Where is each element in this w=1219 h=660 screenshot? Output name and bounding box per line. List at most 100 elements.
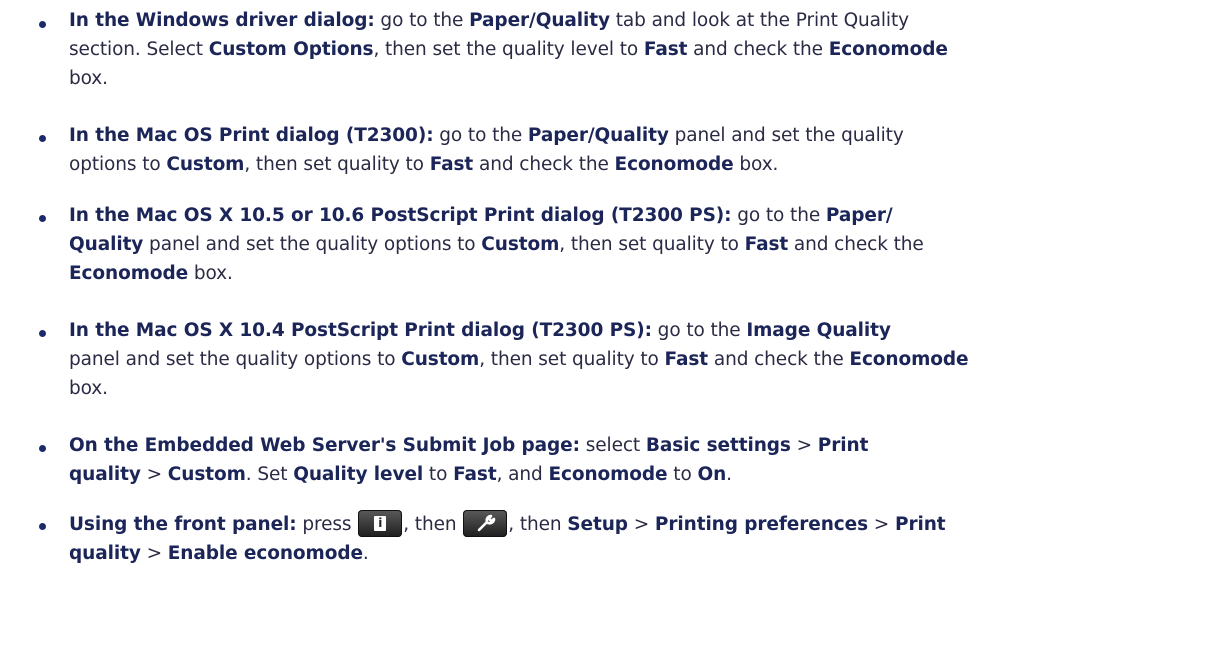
bold-term: Quality level (293, 464, 424, 485)
text-run: and check the (473, 154, 615, 175)
text-run: > (790, 435, 818, 456)
bold-term: Custom Options (208, 39, 374, 60)
bullet-icon (39, 330, 46, 337)
text-run: go to the (433, 125, 528, 146)
text-line: box. (69, 64, 1209, 93)
text-run: box. (188, 263, 233, 284)
bold-term: On the Embedded Web Server's Submit Job … (69, 435, 580, 456)
bold-term: Economode (849, 349, 969, 370)
bullet-icon (39, 215, 46, 222)
text-run: press (296, 514, 358, 535)
bold-term: In the Mac OS X 10.5 or 10.6 PostScript … (69, 205, 732, 226)
bold-term: Custom (481, 234, 560, 255)
text-run: > (868, 514, 895, 535)
list-item-text: In the Mac OS X 10.4 PostScript Print di… (69, 316, 1209, 403)
text-line: panel and set the quality options to Cus… (69, 345, 1209, 374)
text-run: , and (496, 464, 549, 485)
bullet-icon (39, 523, 46, 530)
text-line: In the Windows driver dialog: go to the … (69, 6, 1209, 35)
bold-term: Paper/ (825, 205, 893, 226)
text-run: > (140, 543, 168, 564)
bold-term: Economode (69, 263, 189, 284)
text-run: , then set quality to (559, 234, 745, 255)
bold-term: Quality (69, 234, 144, 255)
text-run: panel and set the quality options to (69, 349, 402, 370)
text-line: Quality panel and set the quality option… (69, 230, 1209, 259)
wrench-glyph (477, 514, 496, 531)
bold-term: Fast (643, 39, 688, 60)
bold-term: Paper/Quality (527, 125, 669, 146)
bold-term: On (697, 464, 727, 485)
bold-term: Print (817, 435, 869, 456)
text-run: panel and set the quality options to (143, 234, 482, 255)
text-line: In the Mac OS X 10.5 or 10.6 PostScript … (69, 201, 1209, 230)
text-run: go to the (651, 320, 747, 341)
bold-term: Economode (548, 464, 668, 485)
list-item-text: Using the front panel: press , then , th… (69, 509, 1209, 568)
text-run: options to (69, 154, 167, 175)
text-run: . (726, 464, 732, 485)
text-run: , then set quality to (479, 349, 665, 370)
text-run: . (362, 543, 369, 564)
bold-term: quality (69, 464, 141, 485)
text-line: section. Select Custom Options, then set… (69, 35, 1209, 64)
bold-term: Basic settings (645, 435, 791, 456)
text-run: > (627, 514, 655, 535)
bold-term: In the Mac OS X 10.4 PostScript Print di… (69, 320, 652, 341)
bold-term: Custom (167, 464, 246, 485)
bullet-icon (39, 445, 46, 452)
bold-term: Fast (429, 154, 474, 175)
bold-term: Fast (744, 234, 789, 255)
text-run: to (667, 464, 698, 485)
text-run: section. Select (69, 39, 209, 60)
text-run: to (423, 464, 454, 485)
bold-term: Custom (401, 349, 480, 370)
bold-term: In the Mac OS Print dialog (T2300): (69, 125, 434, 146)
bold-term: Fast (664, 349, 709, 370)
info-glyph (374, 515, 387, 531)
bold-term: Setup (567, 514, 628, 535)
bold-term: Fast (453, 464, 497, 485)
text-line: In the Mac OS Print dialog (T2300): go t… (69, 121, 1209, 150)
bold-term: Using the front panel: (69, 514, 297, 535)
text-run: and check the (687, 39, 829, 60)
bold-term: Print (894, 514, 946, 535)
info-button-icon (358, 509, 403, 537)
text-run: go to the (374, 10, 470, 31)
text-line: Economode box. (69, 259, 1209, 288)
text-run: and check the (788, 234, 924, 255)
text-run: , then (508, 514, 568, 535)
text-run: . Set (245, 464, 294, 485)
text-line: quality > Enable economode. (69, 539, 1209, 568)
bold-term: Economode (828, 39, 948, 60)
text-run: , then set quality to (244, 154, 430, 175)
list-item-text: In the Mac OS Print dialog (T2300): go t… (69, 121, 1209, 179)
bold-term: Printing preferences (654, 514, 869, 535)
text-run: panel and set the quality (668, 125, 904, 146)
list-item-text: In the Mac OS X 10.5 or 10.6 PostScript … (69, 201, 1209, 288)
bold-term: Enable economode (167, 543, 363, 564)
text-run: > (140, 464, 168, 485)
text-run: select (579, 435, 646, 456)
wrench-button-icon (463, 509, 508, 537)
bold-term: Custom (166, 154, 245, 175)
bullet-icon (39, 21, 46, 28)
text-line: On the Embedded Web Server's Submit Job … (69, 431, 1209, 460)
list-item-text: On the Embedded Web Server's Submit Job … (69, 431, 1209, 489)
bullet-icon (39, 135, 46, 142)
text-line: box. (69, 374, 1209, 403)
text-run: tab and look at the Print Quality (609, 10, 909, 31)
text-run: box. (69, 68, 108, 89)
text-run: box. (733, 154, 779, 175)
list-item-text: In the Windows driver dialog: go to the … (69, 6, 1209, 93)
text-run: box. (69, 378, 108, 399)
text-run: and check the (708, 349, 850, 370)
bold-term: In the Windows driver dialog: (69, 10, 375, 31)
text-line: quality > Custom. Set Quality level to F… (69, 460, 1209, 489)
bold-term: Economode (614, 154, 734, 175)
bold-term: Image Quality (746, 320, 891, 341)
text-run: , then set the quality level to (373, 39, 644, 60)
text-run: go to the (731, 205, 826, 226)
bold-term: Paper/Quality (469, 10, 610, 31)
bold-term: quality (69, 543, 141, 564)
